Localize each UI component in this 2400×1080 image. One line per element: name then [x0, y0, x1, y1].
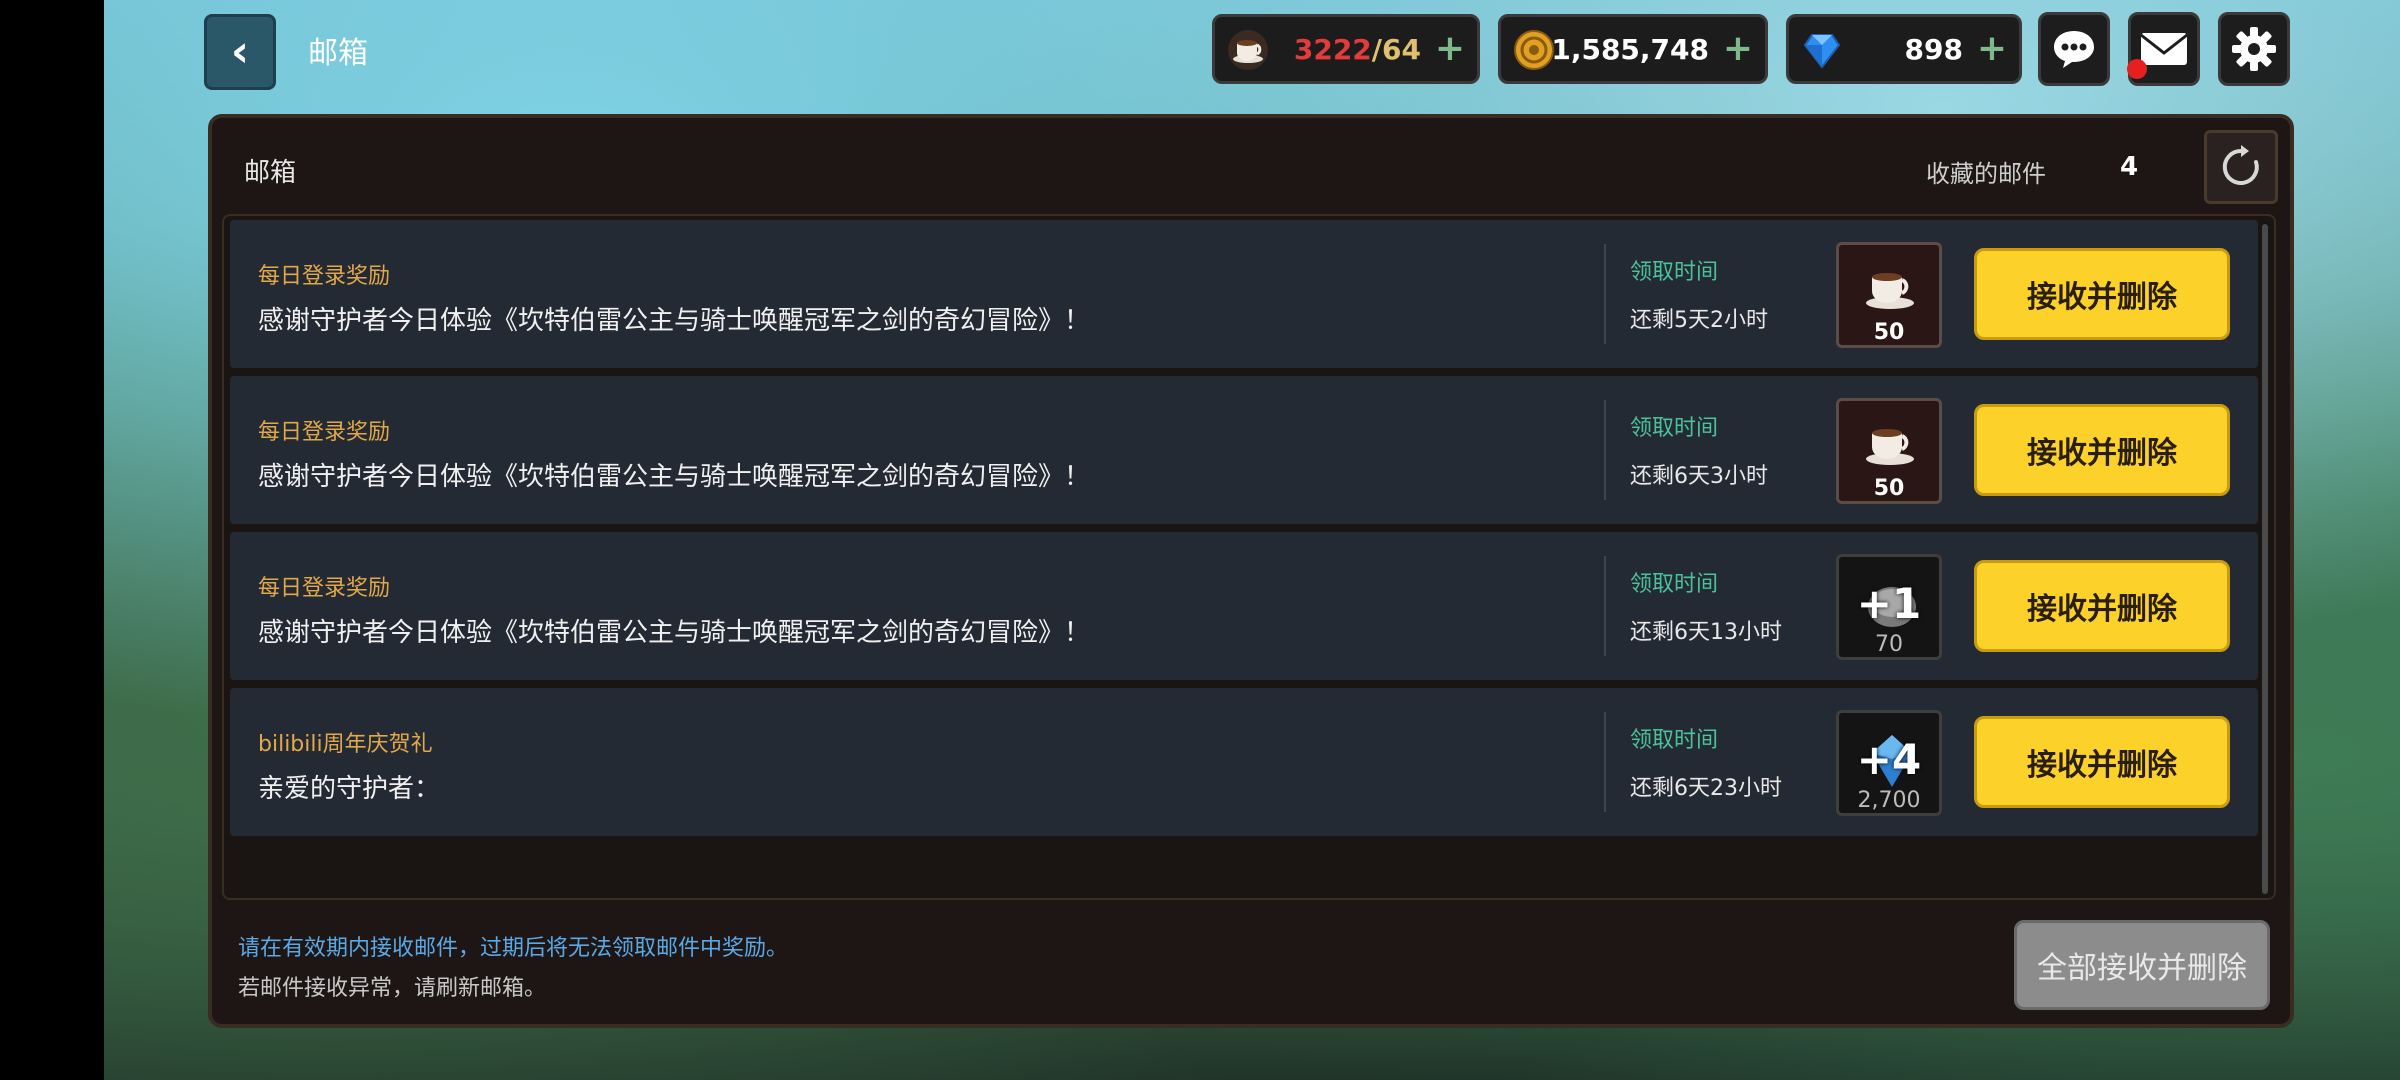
stamina-counter[interactable]: 3222/64 +: [1212, 14, 1480, 84]
add-gems-icon[interactable]: +: [1977, 27, 2007, 70]
gear-icon: [2232, 27, 2276, 71]
mail-item[interactable]: 每日登录奖励 感谢守护者今日体验《坎特伯雷公主与骑士唤醒冠军之剑的奇幻冒险》！ …: [230, 532, 2258, 680]
stamina-current: 3222: [1293, 33, 1372, 66]
divider: [1604, 244, 1606, 344]
time-remaining: 还剩6天23小时: [1630, 776, 1782, 801]
chevron-left-icon: ‹: [230, 26, 250, 77]
envelope-icon: [2140, 33, 2188, 65]
settings-button[interactable]: [2218, 12, 2290, 86]
reward-slot[interactable]: +1 70: [1836, 554, 1942, 660]
refresh-hint: 若邮件接收异常，请刷新邮箱。: [238, 976, 547, 1001]
divider: [1604, 556, 1606, 656]
gem-counter[interactable]: 898 +: [1786, 14, 2022, 84]
coffee-cup-icon: [1228, 30, 1268, 70]
claim-delete-button[interactable]: 接收并删除: [1974, 404, 2230, 496]
gold-counter[interactable]: 1,585,748 +: [1498, 14, 1768, 84]
reward-count: 50: [1873, 320, 1905, 345]
panel-title: 邮箱: [244, 158, 297, 188]
mail-sender: bilibili周年庆贺礼: [258, 732, 433, 757]
screen-edge: [0, 0, 104, 1080]
claim-all-button[interactable]: 全部接收并删除: [2014, 920, 2270, 1010]
back-button[interactable]: ‹: [204, 14, 276, 90]
gem-value: 898: [1904, 33, 1963, 66]
unread-dot-badge: [2127, 59, 2147, 79]
add-gold-icon[interactable]: +: [1723, 27, 1753, 70]
mail-list-scrollbar[interactable]: [2262, 224, 2268, 894]
divider: [1604, 400, 1606, 500]
reward-slot[interactable]: 50: [1836, 242, 1942, 348]
mail-body: 感谢守护者今日体验《坎特伯雷公主与骑士唤醒冠军之剑的奇幻冒险》！: [258, 618, 1091, 648]
reward-slot[interactable]: 50: [1836, 398, 1942, 504]
mail-body: 感谢守护者今日体验《坎特伯雷公主与骑士唤醒冠军之剑的奇幻冒险》！: [258, 306, 1091, 336]
mail-item[interactable]: bilibili周年庆贺礼 亲爱的守护者： 领取时间 还剩6天23小时 +4 2…: [230, 688, 2258, 836]
reward-slot[interactable]: +4 2,700: [1836, 710, 1942, 816]
reward-count: 50: [1873, 476, 1905, 501]
chat-button[interactable]: [2038, 12, 2110, 86]
reward-count: 2,700: [1857, 788, 1921, 813]
claim-delete-button[interactable]: 接收并删除: [1974, 248, 2230, 340]
reward-count: 70: [1875, 632, 1903, 657]
claim-time-label: 领取时间: [1630, 260, 1719, 285]
claim-delete-button[interactable]: 接收并删除: [1974, 716, 2230, 808]
reward-level: +4: [1856, 735, 1922, 784]
add-stamina-icon[interactable]: +: [1435, 27, 1465, 70]
mail-sender: 每日登录奖励: [258, 420, 391, 445]
mail-button[interactable]: [2127, 12, 2200, 86]
mail-body: 感谢守护者今日体验《坎特伯雷公主与骑士唤醒冠军之剑的奇幻冒险》！: [258, 462, 1091, 492]
chat-bubble-icon: [2054, 31, 2094, 68]
gold-value: 1,585,748: [1551, 33, 1709, 66]
gold-coin-icon: [1514, 30, 1554, 70]
mail-item[interactable]: 每日登录奖励 感谢守护者今日体验《坎特伯雷公主与骑士唤醒冠军之剑的奇幻冒险》！ …: [230, 376, 2258, 524]
mail-body: 亲爱的守护者：: [258, 774, 441, 804]
favorites-count: 4: [2120, 152, 2139, 182]
refresh-icon: [2222, 145, 2259, 185]
blue-gem-icon: [1803, 34, 1841, 69]
claim-time-label: 领取时间: [1630, 572, 1719, 597]
refresh-button[interactable]: [2204, 130, 2278, 204]
stamina-max: /64: [1371, 33, 1421, 66]
expiry-notice: 请在有效期内接收邮件，过期后将无法领取邮件中奖励。: [238, 936, 789, 961]
claim-time-label: 领取时间: [1630, 728, 1719, 753]
coffee-cup-icon: [1866, 429, 1914, 465]
divider: [1604, 712, 1606, 812]
reward-level: +1: [1856, 579, 1922, 628]
claim-time-label: 领取时间: [1630, 416, 1719, 441]
time-remaining: 还剩5天2小时: [1630, 308, 1768, 333]
page-title: 邮箱: [308, 36, 368, 71]
claim-delete-button[interactable]: 接收并删除: [1974, 560, 2230, 652]
mail-item[interactable]: 每日登录奖励 感谢守护者今日体验《坎特伯雷公主与骑士唤醒冠军之剑的奇幻冒险》！ …: [230, 220, 2258, 368]
mail-sender: 每日登录奖励: [258, 264, 391, 289]
mail-sender: 每日登录奖励: [258, 576, 391, 601]
favorites-label: 收藏的邮件: [1926, 160, 2046, 188]
coffee-cup-icon: [1866, 273, 1914, 309]
time-remaining: 还剩6天3小时: [1630, 464, 1768, 489]
time-remaining: 还剩6天13小时: [1630, 620, 1782, 645]
